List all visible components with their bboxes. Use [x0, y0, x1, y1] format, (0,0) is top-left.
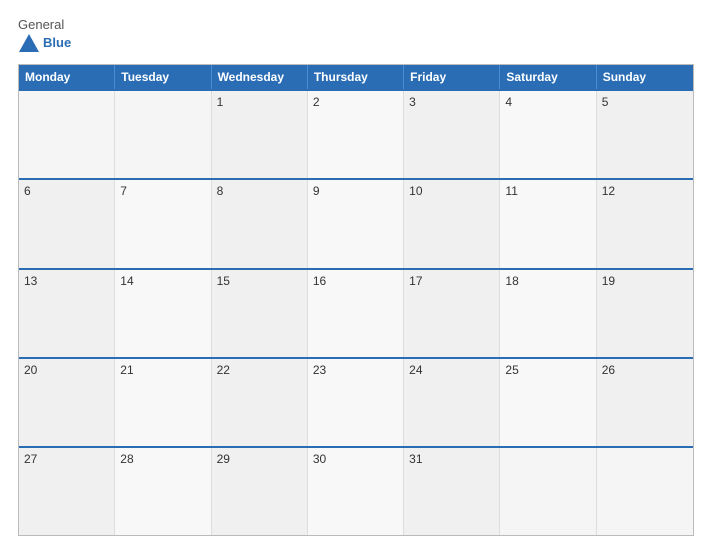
day-8: 8 — [212, 180, 308, 267]
day-4: 4 — [500, 91, 596, 178]
week-row-5: 27 28 29 30 31 — [19, 446, 693, 535]
day-empty — [597, 448, 693, 535]
day-empty — [19, 91, 115, 178]
day-7: 7 — [115, 180, 211, 267]
week-row-4: 20 21 22 23 24 25 26 — [19, 357, 693, 446]
logo-triangle-icon — [18, 32, 40, 54]
week-row-1: 1 2 3 4 5 — [19, 89, 693, 178]
calendar-header-row: MondayTuesdayWednesdayThursdayFridaySatu… — [19, 65, 693, 89]
day-number: 3 — [409, 95, 416, 109]
day-12: 12 — [597, 180, 693, 267]
day-number: 31 — [409, 452, 422, 466]
day-number: 13 — [24, 274, 37, 288]
col-header-saturday: Saturday — [500, 65, 596, 89]
day-number: 24 — [409, 363, 422, 377]
day-number: 8 — [217, 184, 224, 198]
day-15: 15 — [212, 270, 308, 357]
col-header-thursday: Thursday — [308, 65, 404, 89]
col-header-friday: Friday — [404, 65, 500, 89]
day-number: 14 — [120, 274, 133, 288]
week-row-2: 6 7 8 9 10 11 12 — [19, 178, 693, 267]
day-13: 13 — [19, 270, 115, 357]
day-number: 27 — [24, 452, 37, 466]
day-10: 10 — [404, 180, 500, 267]
day-9: 9 — [308, 180, 404, 267]
calendar-page: General Blue MondayTuesdayWednesdayThurs… — [0, 0, 712, 550]
day-number: 25 — [505, 363, 518, 377]
col-header-sunday: Sunday — [597, 65, 693, 89]
day-number: 15 — [217, 274, 230, 288]
col-header-wednesday: Wednesday — [212, 65, 308, 89]
day-number: 29 — [217, 452, 230, 466]
day-29: 29 — [212, 448, 308, 535]
day-number: 4 — [505, 95, 512, 109]
day-23: 23 — [308, 359, 404, 446]
day-21: 21 — [115, 359, 211, 446]
day-number: 17 — [409, 274, 422, 288]
day-20: 20 — [19, 359, 115, 446]
col-header-tuesday: Tuesday — [115, 65, 211, 89]
calendar-grid: MondayTuesdayWednesdayThursdayFridaySatu… — [18, 64, 694, 536]
day-number: 10 — [409, 184, 422, 198]
day-number: 22 — [217, 363, 230, 377]
calendar-body: 1234567891011121314151617181920212223242… — [19, 89, 693, 535]
day-25: 25 — [500, 359, 596, 446]
day-6: 6 — [19, 180, 115, 267]
week-row-3: 13 14 15 16 17 18 19 — [19, 268, 693, 357]
day-number: 20 — [24, 363, 37, 377]
logo-general-text: General — [18, 18, 71, 32]
day-number: 18 — [505, 274, 518, 288]
col-header-monday: Monday — [19, 65, 115, 89]
day-28: 28 — [115, 448, 211, 535]
logo: General Blue — [18, 18, 71, 54]
day-number: 16 — [313, 274, 326, 288]
day-number: 1 — [217, 95, 224, 109]
day-17: 17 — [404, 270, 500, 357]
day-number: 5 — [602, 95, 609, 109]
day-number: 23 — [313, 363, 326, 377]
day-19: 19 — [597, 270, 693, 357]
day-number: 19 — [602, 274, 615, 288]
day-26: 26 — [597, 359, 693, 446]
day-number: 30 — [313, 452, 326, 466]
day-31: 31 — [404, 448, 500, 535]
day-number: 6 — [24, 184, 31, 198]
day-27: 27 — [19, 448, 115, 535]
day-14: 14 — [115, 270, 211, 357]
day-2: 2 — [308, 91, 404, 178]
day-number: 9 — [313, 184, 320, 198]
day-22: 22 — [212, 359, 308, 446]
day-number: 11 — [505, 184, 517, 198]
day-5: 5 — [597, 91, 693, 178]
day-number: 26 — [602, 363, 615, 377]
day-16: 16 — [308, 270, 404, 357]
day-24: 24 — [404, 359, 500, 446]
logo-blue-text: Blue — [43, 36, 71, 50]
day-number: 28 — [120, 452, 133, 466]
day-empty — [115, 91, 211, 178]
day-number: 21 — [120, 363, 133, 377]
day-1: 1 — [212, 91, 308, 178]
day-3: 3 — [404, 91, 500, 178]
page-header: General Blue — [18, 18, 694, 54]
day-number: 7 — [120, 184, 127, 198]
day-number: 2 — [313, 95, 320, 109]
day-30: 30 — [308, 448, 404, 535]
day-18: 18 — [500, 270, 596, 357]
day-11: 11 — [500, 180, 596, 267]
day-empty — [500, 448, 596, 535]
day-number: 12 — [602, 184, 615, 198]
